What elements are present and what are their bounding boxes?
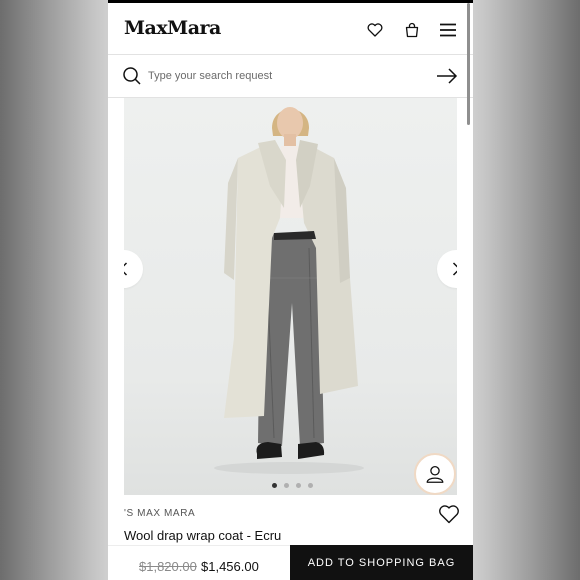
pagination-dot[interactable] (308, 483, 313, 488)
product-brand: 'S MAX MARA (124, 508, 196, 519)
product-name: Wool drap wrap coat - Ecru (124, 528, 282, 543)
phone-screen: MaxMara Type your search request 'S MAX … (108, 0, 473, 580)
sale-price: $1,456.00 (201, 559, 259, 574)
shopping-bag-icon[interactable] (400, 18, 424, 42)
pagination-dot[interactable] (296, 483, 301, 488)
search-icon[interactable] (120, 64, 144, 88)
arrow-right-icon[interactable] (435, 65, 459, 87)
product-image-gallery[interactable] (124, 98, 457, 495)
pagination-dot[interactable] (272, 483, 277, 488)
gallery-pagination (272, 483, 313, 488)
price-bar: $1,820.00 $1,456.00 (108, 545, 290, 580)
menu-icon[interactable] (436, 18, 460, 42)
site-header: MaxMara (108, 3, 473, 55)
person-icon (426, 466, 444, 483)
product-photo (214, 107, 364, 474)
add-to-shopping-bag-button[interactable]: ADD TO SHOPPING BAG (290, 545, 473, 580)
pagination-dot[interactable] (284, 483, 289, 488)
scrollbar[interactable] (467, 3, 470, 125)
original-price: $1,820.00 (139, 559, 197, 574)
virtual-assistant-button[interactable] (414, 453, 456, 495)
search-bar (108, 55, 473, 98)
add-to-wishlist-heart-icon[interactable] (438, 504, 460, 524)
chevron-right-icon (452, 262, 457, 276)
search-input[interactable] (148, 66, 418, 86)
brand-logo[interactable]: MaxMara (124, 17, 221, 39)
wishlist-heart-icon[interactable] (363, 18, 387, 42)
chevron-left-icon (124, 262, 128, 276)
